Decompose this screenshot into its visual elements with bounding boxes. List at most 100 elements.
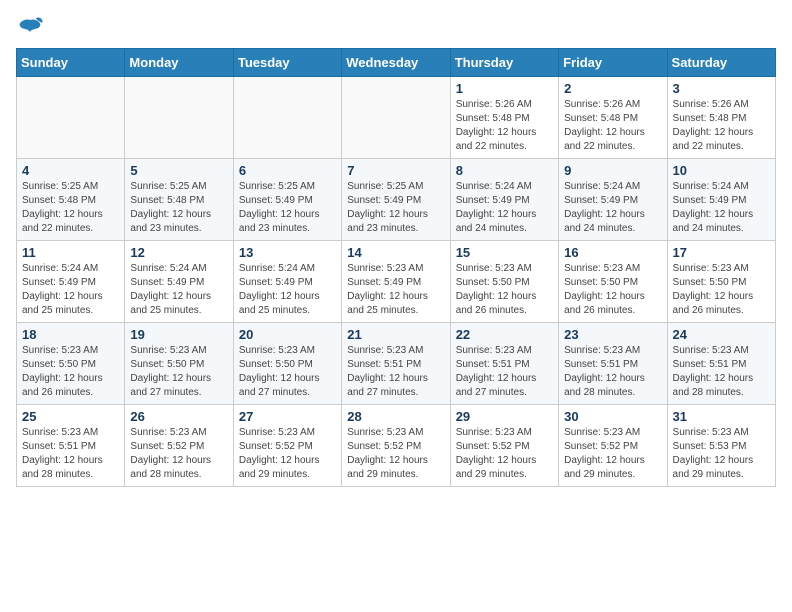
calendar-cell: 29 Sunrise: 5:23 AM Sunset: 5:52 PM Dayli… bbox=[450, 405, 558, 487]
calendar-cell: 14 Sunrise: 5:23 AM Sunset: 5:49 PM Dayli… bbox=[342, 241, 450, 323]
calendar-week-row: 25Sunrise: 5:23 AM Sunset: 5:51 PM Dayli… bbox=[17, 405, 776, 487]
calendar-cell: 16 Sunrise: 5:23 AM Sunset: 5:50 PM Dayli… bbox=[559, 241, 667, 323]
day-info: Sunrise: 5:23 AM Sunset: 5:52 PM Dayligh… bbox=[130, 426, 227, 482]
day-number: 7 bbox=[347, 163, 444, 178]
day-number: 18 bbox=[22, 327, 119, 342]
day-number: 16 bbox=[564, 245, 661, 260]
day-number: 28 bbox=[347, 409, 444, 424]
calendar-cell: 7 Sunrise: 5:25 AM Sunset: 5:49 PM Daylig… bbox=[342, 159, 450, 241]
weekday-header-friday: Friday bbox=[559, 49, 667, 77]
calendar-table: SundayMondayTuesdayWednesdayThursdayFrid… bbox=[16, 48, 776, 487]
weekday-header-wednesday: Wednesday bbox=[342, 49, 450, 77]
day-info: Sunrise: 5:23 AM Sunset: 5:52 PM Dayligh… bbox=[456, 426, 553, 482]
calendar-cell: 25Sunrise: 5:23 AM Sunset: 5:51 PM Dayli… bbox=[17, 405, 125, 487]
day-info: Sunrise: 5:24 AM Sunset: 5:49 PM Dayligh… bbox=[22, 262, 119, 318]
calendar-cell: 19 Sunrise: 5:23 AM Sunset: 5:50 PM Dayli… bbox=[125, 323, 233, 405]
day-number: 30 bbox=[564, 409, 661, 424]
day-number: 23 bbox=[564, 327, 661, 342]
calendar-cell: 2 Sunrise: 5:26 AM Sunset: 5:48 PM Daylig… bbox=[559, 77, 667, 159]
day-number: 26 bbox=[130, 409, 227, 424]
calendar-week-row: 4 Sunrise: 5:25 AM Sunset: 5:48 PM Daylig… bbox=[17, 159, 776, 241]
day-info: Sunrise: 5:25 AM Sunset: 5:49 PM Dayligh… bbox=[347, 180, 444, 236]
day-info: Sunrise: 5:23 AM Sunset: 5:50 PM Dayligh… bbox=[564, 262, 661, 318]
day-number: 12 bbox=[130, 245, 227, 260]
day-info: Sunrise: 5:25 AM Sunset: 5:48 PM Dayligh… bbox=[130, 180, 227, 236]
calendar-cell: 4 Sunrise: 5:25 AM Sunset: 5:48 PM Daylig… bbox=[17, 159, 125, 241]
day-info: Sunrise: 5:24 AM Sunset: 5:49 PM Dayligh… bbox=[673, 180, 770, 236]
calendar-cell: 12 Sunrise: 5:24 AM Sunset: 5:49 PM Dayli… bbox=[125, 241, 233, 323]
day-number: 19 bbox=[130, 327, 227, 342]
day-number: 21 bbox=[347, 327, 444, 342]
calendar-cell: 21 Sunrise: 5:23 AM Sunset: 5:51 PM Dayli… bbox=[342, 323, 450, 405]
day-info: Sunrise: 5:26 AM Sunset: 5:48 PM Dayligh… bbox=[673, 98, 770, 154]
calendar-week-row: 18 Sunrise: 5:23 AM Sunset: 5:50 PM Dayli… bbox=[17, 323, 776, 405]
day-number: 10 bbox=[673, 163, 770, 178]
calendar-cell: 11 Sunrise: 5:24 AM Sunset: 5:49 PM Dayli… bbox=[17, 241, 125, 323]
calendar-cell: 30 Sunrise: 5:23 AM Sunset: 5:52 PM Dayli… bbox=[559, 405, 667, 487]
weekday-header-thursday: Thursday bbox=[450, 49, 558, 77]
calendar-header-row: SundayMondayTuesdayWednesdayThursdayFrid… bbox=[17, 49, 776, 77]
day-number: 24 bbox=[673, 327, 770, 342]
day-number: 17 bbox=[673, 245, 770, 260]
day-number: 13 bbox=[239, 245, 336, 260]
day-info: Sunrise: 5:23 AM Sunset: 5:51 PM Dayligh… bbox=[564, 344, 661, 400]
day-number: 20 bbox=[239, 327, 336, 342]
day-number: 27 bbox=[239, 409, 336, 424]
day-number: 14 bbox=[347, 245, 444, 260]
day-info: Sunrise: 5:23 AM Sunset: 5:52 PM Dayligh… bbox=[347, 426, 444, 482]
calendar-cell: 8Sunrise: 5:24 AM Sunset: 5:49 PM Daylig… bbox=[450, 159, 558, 241]
calendar-cell: 20 Sunrise: 5:23 AM Sunset: 5:50 PM Dayli… bbox=[233, 323, 341, 405]
day-info: Sunrise: 5:23 AM Sunset: 5:51 PM Dayligh… bbox=[22, 426, 119, 482]
day-number: 6 bbox=[239, 163, 336, 178]
day-number: 2 bbox=[564, 81, 661, 96]
day-number: 5 bbox=[130, 163, 227, 178]
day-number: 29 bbox=[456, 409, 553, 424]
calendar-week-row: 11 Sunrise: 5:24 AM Sunset: 5:49 PM Dayli… bbox=[17, 241, 776, 323]
day-info: Sunrise: 5:23 AM Sunset: 5:50 PM Dayligh… bbox=[673, 262, 770, 318]
calendar-week-row: 1 Sunrise: 5:26 AM Sunset: 5:48 PM Daylig… bbox=[17, 77, 776, 159]
day-info: Sunrise: 5:23 AM Sunset: 5:52 PM Dayligh… bbox=[239, 426, 336, 482]
calendar-cell: 1 Sunrise: 5:26 AM Sunset: 5:48 PM Daylig… bbox=[450, 77, 558, 159]
calendar-cell bbox=[125, 77, 233, 159]
calendar-cell: 22Sunrise: 5:23 AM Sunset: 5:51 PM Dayli… bbox=[450, 323, 558, 405]
day-number: 3 bbox=[673, 81, 770, 96]
day-info: Sunrise: 5:25 AM Sunset: 5:49 PM Dayligh… bbox=[239, 180, 336, 236]
day-number: 1 bbox=[456, 81, 553, 96]
calendar-cell: 3 Sunrise: 5:26 AM Sunset: 5:48 PM Daylig… bbox=[667, 77, 775, 159]
day-info: Sunrise: 5:23 AM Sunset: 5:52 PM Dayligh… bbox=[564, 426, 661, 482]
day-number: 22 bbox=[456, 327, 553, 342]
day-info: Sunrise: 5:26 AM Sunset: 5:48 PM Dayligh… bbox=[456, 98, 553, 154]
day-info: Sunrise: 5:23 AM Sunset: 5:51 PM Dayligh… bbox=[673, 344, 770, 400]
day-info: Sunrise: 5:25 AM Sunset: 5:48 PM Dayligh… bbox=[22, 180, 119, 236]
calendar-cell: 13Sunrise: 5:24 AM Sunset: 5:49 PM Dayli… bbox=[233, 241, 341, 323]
day-number: 4 bbox=[22, 163, 119, 178]
day-number: 31 bbox=[673, 409, 770, 424]
calendar-cell: 27 Sunrise: 5:23 AM Sunset: 5:52 PM Dayli… bbox=[233, 405, 341, 487]
calendar-cell: 15 Sunrise: 5:23 AM Sunset: 5:50 PM Dayli… bbox=[450, 241, 558, 323]
page-header bbox=[16, 16, 776, 40]
day-info: Sunrise: 5:23 AM Sunset: 5:50 PM Dayligh… bbox=[239, 344, 336, 400]
day-info: Sunrise: 5:23 AM Sunset: 5:50 PM Dayligh… bbox=[130, 344, 227, 400]
calendar-cell: 31 Sunrise: 5:23 AM Sunset: 5:53 PM Dayli… bbox=[667, 405, 775, 487]
calendar-cell: 5 Sunrise: 5:25 AM Sunset: 5:48 PM Daylig… bbox=[125, 159, 233, 241]
calendar-cell: 17 Sunrise: 5:23 AM Sunset: 5:50 PM Dayli… bbox=[667, 241, 775, 323]
calendar-cell: 24 Sunrise: 5:23 AM Sunset: 5:51 PM Dayli… bbox=[667, 323, 775, 405]
day-info: Sunrise: 5:24 AM Sunset: 5:49 PM Dayligh… bbox=[130, 262, 227, 318]
calendar-cell bbox=[17, 77, 125, 159]
day-info: Sunrise: 5:23 AM Sunset: 5:51 PM Dayligh… bbox=[347, 344, 444, 400]
calendar-cell: 18 Sunrise: 5:23 AM Sunset: 5:50 PM Dayli… bbox=[17, 323, 125, 405]
day-info: Sunrise: 5:23 AM Sunset: 5:50 PM Dayligh… bbox=[456, 262, 553, 318]
day-number: 15 bbox=[456, 245, 553, 260]
weekday-header-monday: Monday bbox=[125, 49, 233, 77]
calendar-cell: 10 Sunrise: 5:24 AM Sunset: 5:49 PM Dayli… bbox=[667, 159, 775, 241]
day-info: Sunrise: 5:23 AM Sunset: 5:53 PM Dayligh… bbox=[673, 426, 770, 482]
weekday-header-tuesday: Tuesday bbox=[233, 49, 341, 77]
day-number: 11 bbox=[22, 245, 119, 260]
calendar-cell bbox=[233, 77, 341, 159]
day-info: Sunrise: 5:23 AM Sunset: 5:50 PM Dayligh… bbox=[22, 344, 119, 400]
calendar-cell: 9Sunrise: 5:24 AM Sunset: 5:49 PM Daylig… bbox=[559, 159, 667, 241]
calendar-cell: 26 Sunrise: 5:23 AM Sunset: 5:52 PM Dayli… bbox=[125, 405, 233, 487]
day-info: Sunrise: 5:23 AM Sunset: 5:49 PM Dayligh… bbox=[347, 262, 444, 318]
day-info: Sunrise: 5:26 AM Sunset: 5:48 PM Dayligh… bbox=[564, 98, 661, 154]
day-number: 8 bbox=[456, 163, 553, 178]
